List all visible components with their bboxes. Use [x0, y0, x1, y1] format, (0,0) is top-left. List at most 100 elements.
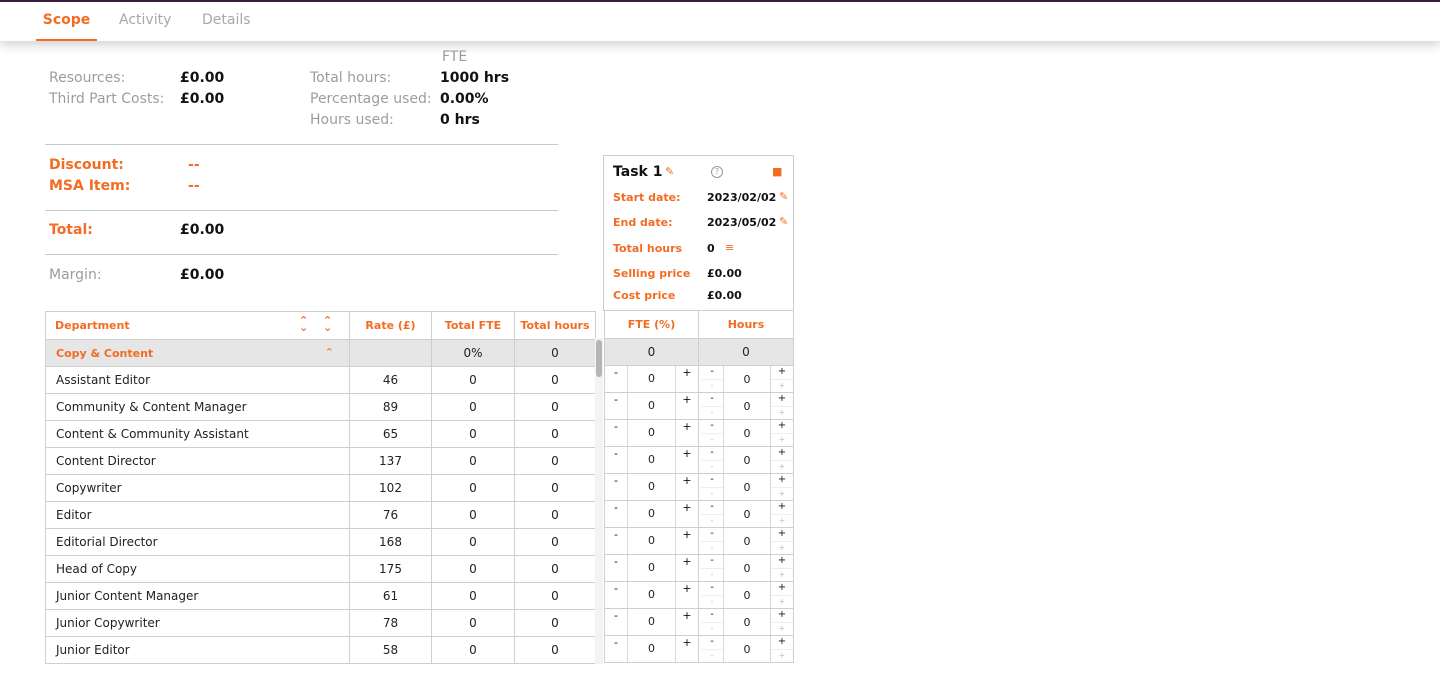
fte-decrement-button[interactable]: - — [605, 420, 628, 446]
fte-decrement-button[interactable]: - — [605, 528, 628, 554]
hours-decrement-button[interactable]: - — [701, 475, 723, 487]
fte-decrement-button[interactable]: - — [605, 474, 628, 500]
fte-decrement-button[interactable]: - — [605, 582, 628, 608]
expand-all-icon[interactable]: ⌃ ⌄ — [299, 315, 308, 333]
fte-increment-button[interactable]: + — [675, 609, 698, 635]
fte-increment-button[interactable]: + — [675, 555, 698, 581]
hours-decrement-button[interactable]: - — [701, 610, 723, 622]
fte-increment-button[interactable]: + — [675, 447, 698, 473]
hours-input[interactable]: 0 — [724, 421, 770, 446]
hours-increment-small-button[interactable]: + — [771, 432, 793, 446]
hours-decrement-button[interactable]: - — [701, 556, 723, 568]
collapse-icon[interactable]: ⌃ — [325, 346, 334, 359]
hours-input[interactable]: 0 — [724, 556, 770, 581]
hours-decrement-small-button[interactable]: - — [701, 486, 723, 500]
hours-decrement-small-button[interactable]: - — [701, 540, 723, 554]
hours-increment-button[interactable]: + — [771, 529, 793, 541]
tab-activity[interactable]: Activity — [119, 2, 171, 41]
fte-increment-button[interactable]: + — [675, 528, 698, 554]
group-name-cell[interactable]: Copy & Content ⌃ — [45, 339, 350, 367]
hours-decrement-button[interactable]: - — [701, 421, 723, 433]
fte-input[interactable]: 0 — [628, 448, 675, 473]
hours-decrement-button[interactable]: - — [701, 448, 723, 460]
hours-decrement-button[interactable]: - — [701, 583, 723, 595]
hours-increment-button[interactable]: + — [771, 637, 793, 649]
fte-decrement-button[interactable]: - — [605, 501, 628, 527]
fte-increment-button[interactable]: + — [675, 366, 698, 392]
delete-task-icon[interactable]: ■ — [772, 165, 782, 178]
hours-decrement-small-button[interactable]: - — [701, 621, 723, 635]
hours-increment-button[interactable]: + — [771, 610, 793, 622]
hours-increment-button[interactable]: + — [771, 583, 793, 595]
fte-decrement-button[interactable]: - — [605, 393, 628, 419]
hours-input[interactable]: 0 — [724, 475, 770, 500]
hours-increment-small-button[interactable]: + — [771, 486, 793, 500]
tab-scope[interactable]: Scope — [36, 2, 97, 41]
hours-input[interactable]: 0 — [724, 502, 770, 527]
hours-decrement-button[interactable]: - — [701, 367, 723, 379]
hours-decrement-button[interactable]: - — [701, 529, 723, 541]
fte-decrement-button[interactable]: - — [605, 447, 628, 473]
edit-task-icon[interactable]: ✎ — [665, 165, 674, 178]
hours-decrement-small-button[interactable]: - — [701, 432, 723, 446]
fte-input[interactable]: 0 — [628, 610, 675, 635]
hours-increment-small-button[interactable]: + — [771, 540, 793, 554]
fte-decrement-button[interactable]: - — [605, 366, 628, 392]
fte-decrement-button[interactable]: - — [605, 555, 628, 581]
hours-decrement-small-button[interactable]: - — [701, 648, 723, 662]
hours-decrement-small-button[interactable]: - — [701, 567, 723, 581]
fte-increment-button[interactable]: + — [675, 474, 698, 500]
hours-decrement-small-button[interactable]: - — [701, 405, 723, 419]
fte-input[interactable]: 0 — [628, 475, 675, 500]
hours-increment-button[interactable]: + — [771, 475, 793, 487]
hours-increment-small-button[interactable]: + — [771, 405, 793, 419]
hours-decrement-button[interactable]: - — [701, 394, 723, 406]
hours-increment-small-button[interactable]: + — [771, 567, 793, 581]
hours-input[interactable]: 0 — [724, 583, 770, 608]
table-scrollbar[interactable] — [595, 338, 603, 664]
hours-decrement-button[interactable]: - — [701, 502, 723, 514]
help-icon[interactable]: ? — [711, 166, 723, 178]
fte-decrement-button[interactable]: - — [605, 636, 628, 662]
fte-input[interactable]: 0 — [628, 583, 675, 608]
hours-decrement-small-button[interactable]: - — [701, 378, 723, 392]
fte-input[interactable]: 0 — [628, 394, 675, 419]
hours-increment-button[interactable]: + — [771, 421, 793, 433]
hours-increment-small-button[interactable]: + — [771, 621, 793, 635]
fte-input[interactable]: 0 — [628, 502, 675, 527]
hours-decrement-button[interactable]: - — [701, 637, 723, 649]
fte-decrement-button[interactable]: - — [605, 609, 628, 635]
hours-increment-button[interactable]: + — [771, 556, 793, 568]
hours-increment-small-button[interactable]: + — [771, 594, 793, 608]
fte-increment-button[interactable]: + — [675, 393, 698, 419]
hours-input[interactable]: 0 — [724, 610, 770, 635]
hours-increment-small-button[interactable]: + — [771, 648, 793, 662]
hours-increment-button[interactable]: + — [771, 502, 793, 514]
hours-increment-small-button[interactable]: + — [771, 459, 793, 473]
fte-increment-button[interactable]: + — [675, 501, 698, 527]
fte-input[interactable]: 0 — [628, 421, 675, 446]
hours-input[interactable]: 0 — [724, 448, 770, 473]
hours-increment-small-button[interactable]: + — [771, 378, 793, 392]
edit-end-date-icon[interactable]: ✎ — [779, 215, 788, 228]
fte-increment-button[interactable]: + — [675, 420, 698, 446]
hours-decrement-small-button[interactable]: - — [701, 459, 723, 473]
hours-input[interactable]: 0 — [724, 637, 770, 662]
scroll-thumb[interactable] — [596, 340, 602, 377]
fte-input[interactable]: 0 — [628, 556, 675, 581]
hours-decrement-small-button[interactable]: - — [701, 513, 723, 527]
edit-start-date-icon[interactable]: ✎ — [779, 190, 788, 203]
hours-decrement-small-button[interactable]: - — [701, 594, 723, 608]
hours-increment-button[interactable]: + — [771, 394, 793, 406]
fte-input[interactable]: 0 — [628, 367, 675, 392]
fte-input[interactable]: 0 — [628, 637, 675, 662]
hours-increment-small-button[interactable]: + — [771, 513, 793, 527]
distribute-hours-icon[interactable]: ≡ — [725, 241, 734, 254]
hours-increment-button[interactable]: + — [771, 367, 793, 379]
fte-increment-button[interactable]: + — [675, 582, 698, 608]
hours-input[interactable]: 0 — [724, 394, 770, 419]
hours-input[interactable]: 0 — [724, 367, 770, 392]
tab-details[interactable]: Details — [202, 2, 251, 41]
hours-input[interactable]: 0 — [724, 529, 770, 554]
fte-input[interactable]: 0 — [628, 529, 675, 554]
